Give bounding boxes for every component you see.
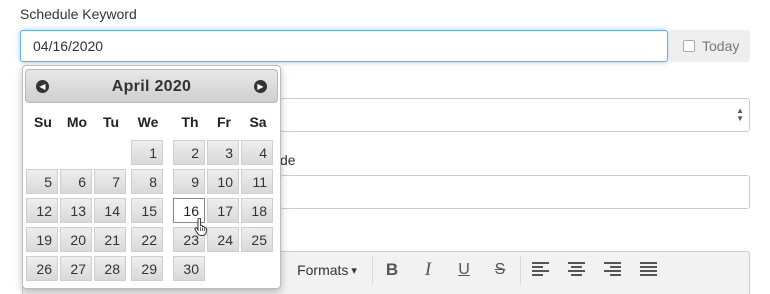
schedule-date-input[interactable] [20, 30, 668, 62]
align-center-icon[interactable] [568, 262, 585, 276]
schedule-keyword-label: Schedule Keyword [20, 6, 137, 22]
bold-button[interactable]: B [382, 258, 402, 282]
toolbar-separator [520, 256, 521, 284]
today-toggle[interactable]: Today [670, 30, 750, 62]
calendar-day[interactable]: 19 [26, 227, 58, 252]
weekday-header: Fr [217, 114, 231, 130]
calendar-day[interactable]: 26 [26, 256, 58, 281]
calendar-next-icon[interactable]: ▶ [254, 80, 267, 93]
weekday-header: We [137, 114, 159, 130]
calendar-day[interactable]: 13 [60, 198, 92, 223]
calendar-day[interactable]: 17 [207, 198, 239, 223]
calendar-day[interactable]: 29 [131, 256, 163, 281]
dropdown-select[interactable]: ▲ ▼ [280, 98, 750, 132]
calendar-month-title: April 2020 [111, 78, 192, 95]
datepicker-popup: ◀ April 2020 ▶ Su Mo Tu We Th Fr Sa 1 2 3 4 5 6 7 8 9 10… [22, 65, 281, 289]
calendar-day[interactable]: 22 [131, 227, 163, 252]
italic-button[interactable]: I [418, 258, 438, 282]
weekday-header: Mo [66, 114, 88, 130]
calendar-day[interactable]: 2 [173, 140, 205, 165]
calendar-day[interactable]: 11 [241, 169, 273, 194]
calendar-day[interactable]: 10 [207, 169, 239, 194]
calendar-day[interactable]: 24 [207, 227, 239, 252]
align-right-icon[interactable] [604, 262, 621, 276]
calendar-day[interactable]: 6 [60, 169, 92, 194]
chevron-down-icon: ▾ [351, 264, 357, 277]
weekday-header: Su [34, 114, 52, 130]
text-input[interactable] [280, 175, 750, 209]
calendar-day[interactable]: 4 [241, 140, 273, 165]
calendar-day[interactable]: 15 [131, 198, 163, 223]
strikethrough-button[interactable]: S [490, 258, 510, 282]
calendar-day[interactable]: 30 [173, 256, 205, 281]
today-checkbox[interactable] [683, 40, 695, 52]
calendar-day[interactable]: 14 [94, 198, 126, 223]
calendar-day[interactable]: 3 [207, 140, 239, 165]
calendar-day[interactable]: 28 [94, 256, 126, 281]
weekday-header: Th [181, 114, 199, 130]
align-justify-icon[interactable] [640, 262, 657, 276]
field-label-partial: de [280, 152, 296, 168]
align-left-icon[interactable] [532, 262, 549, 276]
calendar-day[interactable]: 7 [94, 169, 126, 194]
calendar-day[interactable]: 18 [241, 198, 273, 223]
toolbar-separator [372, 256, 373, 284]
calendar-day[interactable]: 1 [131, 140, 163, 165]
calendar-day[interactable]: 20 [60, 227, 92, 252]
calendar-day[interactable]: 21 [94, 227, 126, 252]
calendar-day[interactable]: 27 [60, 256, 92, 281]
datepicker-header: ◀ April 2020 ▶ [25, 69, 278, 103]
today-label: Today [702, 38, 740, 54]
calendar-day[interactable]: 12 [26, 198, 58, 223]
select-arrows-icon: ▲ ▼ [736, 106, 744, 123]
weekday-header: Tu [102, 114, 120, 130]
formats-dropdown-button[interactable]: Formats ▾ [296, 258, 358, 282]
hand-pointer-icon [194, 218, 207, 236]
calendar-day[interactable]: 5 [26, 169, 58, 194]
formats-label: Formats [297, 262, 349, 278]
weekday-header: Sa [249, 114, 267, 130]
calendar-day[interactable]: 25 [241, 227, 273, 252]
calendar-day[interactable]: 8 [131, 169, 163, 194]
calendar-day[interactable]: 9 [173, 169, 205, 194]
underline-button[interactable]: U [454, 258, 474, 282]
